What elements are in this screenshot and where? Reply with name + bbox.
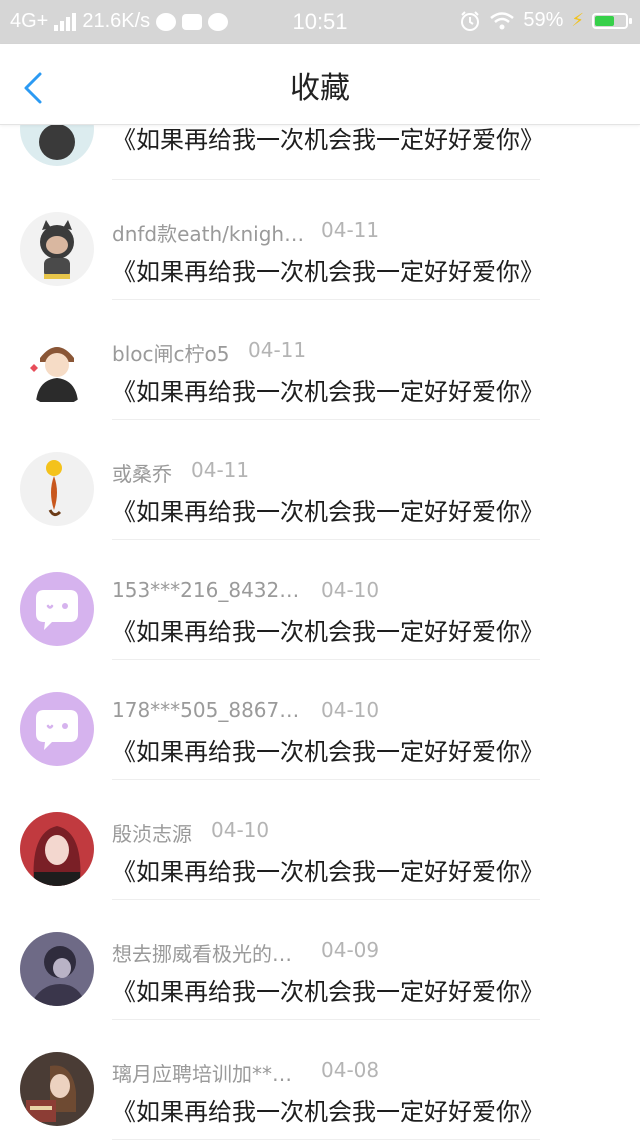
post-title: 《如果再给我一次机会我一定好好爱你》 [112, 1098, 544, 1126]
post-title: 《如果再给我一次机会我一定好好爱你》 [112, 378, 544, 406]
list-item[interactable]: 或桑乔 04-11 《如果再给我一次机会我一定好好爱你》 [0, 420, 640, 540]
item-date: 04-10 [321, 698, 380, 722]
item-date: 04-11 [321, 218, 380, 242]
item-date: 04-08 [321, 1058, 380, 1082]
item-meta: 殷浈志源 04-10 [112, 818, 592, 846]
alarm-icon [461, 10, 480, 31]
avatar[interactable] [20, 452, 94, 526]
page-title: 收藏 [290, 71, 350, 106]
item-date: 04-10 [211, 818, 270, 842]
item-date: 04-09 [321, 938, 380, 962]
item-meta: 想去挪威看极光的… 04-09 [112, 938, 592, 966]
list-item[interactable]: bloc闸c柠o5 04-11 《如果再给我一次机会我一定好好爱你》 [0, 300, 640, 420]
user-name[interactable]: 璃月应聘培训加**… [112, 1058, 292, 1087]
post-title: 《如果再给我一次机会我一定好好爱你》 [112, 498, 544, 526]
list-item[interactable]: 璃月应聘培训加**… 04-08 《如果再给我一次机会我一定好好爱你》 [0, 1020, 640, 1140]
list-item[interactable]: 178***505_8867… 04-10 《如果再给我一次机会我一定好好爱你》 [0, 660, 640, 780]
avatar[interactable] [20, 932, 94, 1006]
user-name[interactable]: bloc闸c柠o5 [112, 338, 229, 367]
chat-bubble-icon [36, 590, 78, 630]
charging-icon: ⚡ [571, 10, 584, 30]
user-name[interactable]: 想去挪威看极光的… [112, 938, 292, 967]
user-name[interactable]: 178***505_8867… [112, 698, 299, 722]
post-title: 《如果再给我一次机会我一定好好爱你》 [112, 618, 544, 646]
favorites-list: 《如果再给我一次机会我一定好好爱你》 dnfd款eath/knigh… 04-1… [0, 92, 640, 1140]
list-item[interactable]: 殷浈志源 04-10 《如果再给我一次机会我一定好好爱你》 [0, 780, 640, 900]
list-item[interactable]: 153***216_8432… 04-10 《如果再给我一次机会我一定好好爱你》 [0, 540, 640, 660]
item-meta: bloc闸c柠o5 04-11 [112, 338, 592, 366]
avatar[interactable] [20, 1052, 94, 1126]
user-name[interactable]: 殷浈志源 [112, 818, 192, 847]
wifi-icon [490, 11, 515, 29]
navigation-header: 收藏 [0, 44, 640, 125]
avatar[interactable] [20, 692, 94, 766]
item-date: 04-10 [321, 578, 380, 602]
battery-icon [592, 12, 632, 29]
list-item[interactable]: 想去挪威看极光的… 04-09 《如果再给我一次机会我一定好好爱你》 [0, 900, 640, 1020]
post-title: 《如果再给我一次机会我一定好好爱你》 [112, 858, 544, 886]
item-meta: 璃月应聘培训加**… 04-08 [112, 1058, 592, 1086]
item-meta: 或桑乔 04-11 [112, 458, 592, 486]
avatar[interactable] [20, 332, 94, 406]
item-meta: dnfd款eath/knigh… 04-11 [112, 218, 592, 246]
item-meta: 178***505_8867… 04-10 [112, 698, 592, 726]
status-right: 59% ⚡ [459, 9, 632, 32]
item-date: 04-11 [248, 338, 307, 362]
post-title: 《如果再给我一次机会我一定好好爱你》 [112, 978, 544, 1006]
avatar[interactable] [20, 572, 94, 646]
post-title: 《如果再给我一次机会我一定好好爱你》 [112, 258, 544, 286]
user-name[interactable]: dnfd款eath/knigh… [112, 218, 304, 247]
post-title: 《如果再给我一次机会我一定好好爱你》 [112, 738, 544, 766]
user-name[interactable]: 153***216_8432… [112, 578, 299, 602]
battery-percent: 59% [523, 9, 564, 31]
avatar[interactable] [20, 812, 94, 886]
status-bar: 4G+ 21.6K/s 10:51 59% ⚡ [0, 0, 640, 44]
item-meta: 153***216_8432… 04-10 [112, 578, 592, 606]
item-date: 04-11 [191, 458, 250, 482]
list-item[interactable]: dnfd款eath/knigh… 04-11 《如果再给我一次机会我一定好好爱你… [0, 180, 640, 300]
avatar[interactable] [20, 212, 94, 286]
user-name[interactable]: 或桑乔 [112, 458, 172, 487]
chat-bubble-icon [36, 710, 78, 750]
